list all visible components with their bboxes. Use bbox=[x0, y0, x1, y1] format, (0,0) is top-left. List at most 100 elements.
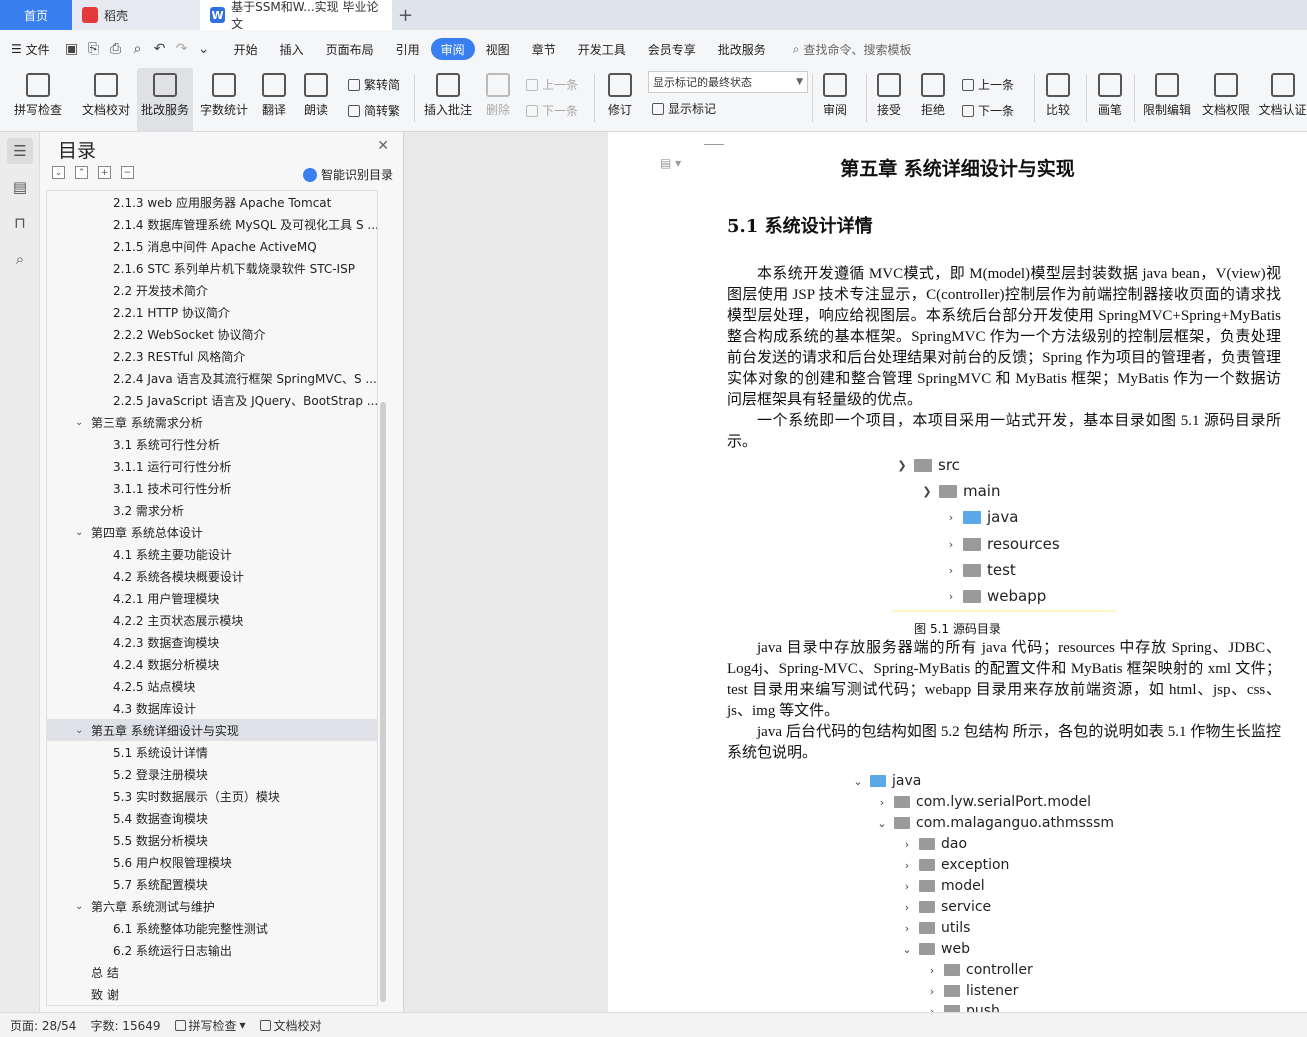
word-count[interactable]: 字数: 15649 bbox=[90, 1017, 160, 1034]
spell-check-button[interactable]: 拼写检查 bbox=[10, 68, 66, 132]
insert-comment-button[interactable]: 插入批注 bbox=[422, 68, 474, 132]
menu-chapter[interactable]: 章节 bbox=[521, 38, 567, 60]
menu-view[interactable]: 视图 bbox=[475, 38, 521, 60]
print-icon[interactable]: ⎙ bbox=[105, 38, 127, 60]
revise-button[interactable]: 修订 bbox=[600, 68, 640, 132]
toc-item[interactable]: ⌄ 第五章 系统详细设计与实现 bbox=[47, 719, 377, 741]
toc-item[interactable]: 总 结 bbox=[47, 961, 377, 983]
toc-item[interactable]: 2.2.4 Java 语言及其流行框架 SpringMVC、S ... bbox=[47, 367, 377, 389]
status-spell-check[interactable]: 拼写检查 ▾ bbox=[174, 1017, 246, 1034]
toc-item[interactable]: 5.2 登录注册模块 bbox=[47, 763, 377, 785]
compare-button[interactable]: 比较 bbox=[1038, 68, 1078, 132]
accept-button[interactable]: 接受 bbox=[870, 68, 908, 132]
menu-member[interactable]: 会员专享 bbox=[637, 38, 707, 60]
menu-reference[interactable]: 引用 bbox=[385, 38, 431, 60]
toc-item[interactable]: 4.2.5 站点模块 bbox=[47, 675, 377, 697]
review-pane-button[interactable]: 审阅 bbox=[816, 68, 854, 132]
doc-permission-button[interactable]: 文档权限 bbox=[1199, 68, 1253, 132]
toc-item[interactable]: 2.2 开发技术简介 bbox=[47, 279, 377, 301]
toc-item[interactable]: 5.5 数据分析模块 bbox=[47, 829, 377, 851]
collapse-all-icon[interactable]: ⌄ bbox=[52, 166, 65, 179]
chevron-down-icon[interactable]: ⌄ bbox=[75, 417, 91, 428]
search-icon[interactable]: ⌕ bbox=[7, 246, 33, 272]
next-comment-button[interactable]: 下一条 bbox=[526, 102, 578, 119]
close-icon[interactable]: ✕ bbox=[377, 138, 389, 154]
toc-item[interactable]: 致 谢 bbox=[47, 983, 377, 1005]
add-heading-icon[interactable]: + bbox=[98, 166, 111, 179]
export-icon[interactable]: ⎘ bbox=[83, 38, 105, 60]
chevron-down-icon[interactable]: ⌄ bbox=[75, 527, 91, 538]
markup-state-select[interactable]: 显示标记的最终状态 ▼ bbox=[648, 71, 808, 93]
toc-item[interactable]: ⌄ 第六章 系统测试与维护 bbox=[47, 895, 377, 917]
save-icon[interactable]: ▣ bbox=[61, 38, 83, 60]
read-aloud-button[interactable]: 朗读 bbox=[298, 68, 334, 132]
toc-item[interactable]: 4.2 系统各模块概要设计 bbox=[47, 565, 377, 587]
doc-proof-button[interactable]: 文档校对 bbox=[78, 68, 134, 132]
menu-review[interactable]: 审阅 bbox=[430, 38, 475, 60]
prev-comment-button[interactable]: 上一条 bbox=[526, 76, 578, 93]
simp-to-trad-button[interactable]: 简转繁 bbox=[348, 102, 400, 119]
toc-item[interactable]: 6.1 系统整体功能完整性测试 bbox=[47, 917, 377, 939]
next-revision-button[interactable]: 下一条 bbox=[962, 102, 1014, 119]
tab-document[interactable]: W 基于SSM和W...实现 毕业论文 bbox=[200, 0, 392, 31]
toc-item[interactable]: 3.1.1 技术可行性分析 bbox=[47, 477, 377, 499]
toc-item[interactable]: 2.1.6 STC 系列单片机下载烧录软件 STC-ISP bbox=[47, 257, 377, 279]
toc-item[interactable]: 3.1 系统可行性分析 bbox=[47, 433, 377, 455]
reject-button[interactable]: 拒绝 bbox=[914, 68, 952, 132]
toc-item[interactable]: 2.1.4 数据库管理系统 MySQL 及可视化工具 S ... bbox=[47, 213, 377, 235]
toc-item[interactable]: 2.2.1 HTTP 协议简介 bbox=[47, 301, 377, 323]
toc-item[interactable]: 4.1 系统主要功能设计 bbox=[47, 543, 377, 565]
toc-item[interactable]: 3.1.1 运行可行性分析 bbox=[47, 455, 377, 477]
toc-item[interactable]: 4.2.2 主页状态展示模块 bbox=[47, 609, 377, 631]
chevron-down-icon[interactable]: ⌄ bbox=[75, 901, 91, 912]
restrict-editing-button[interactable]: 限制编辑 bbox=[1140, 68, 1194, 132]
redo-icon[interactable]: ↷ bbox=[171, 38, 193, 60]
toc-item[interactable]: 5.3 实时数据展示（主页）模块 bbox=[47, 785, 377, 807]
prev-revision-button[interactable]: 上一条 bbox=[962, 76, 1014, 93]
toc-item[interactable]: 4.2.4 数据分析模块 bbox=[47, 653, 377, 675]
document-page[interactable]: ▤ ▾ 第五章 系统详细设计与实现 5.1 系统设计详情 本系统开发遵循 MVC… bbox=[608, 132, 1307, 1012]
menu-devtools[interactable]: 开发工具 bbox=[567, 38, 637, 60]
chevron-down-icon[interactable]: ⌄ bbox=[75, 725, 91, 736]
bookmark-icon[interactable]: ⊓ bbox=[7, 210, 33, 236]
tab-home[interactable]: 首页 bbox=[0, 0, 72, 30]
remove-heading-icon[interactable]: − bbox=[121, 166, 134, 179]
menu-insert[interactable]: 插入 bbox=[269, 38, 315, 60]
toc-item[interactable]: 2.2.5 JavaScript 语言及 JQuery、BootStrap ..… bbox=[47, 389, 377, 411]
expand-all-icon[interactable]: ⌃ bbox=[75, 166, 88, 179]
toc-item[interactable]: 5.4 数据查询模块 bbox=[47, 807, 377, 829]
smart-toc-button[interactable]: 智能识别目录 bbox=[302, 166, 393, 183]
toc-item[interactable]: ⌄ 第四章 系统总体设计 bbox=[47, 521, 377, 543]
word-count-button[interactable]: 字数统计 bbox=[197, 68, 251, 132]
preview-icon[interactable]: ⌕ bbox=[127, 38, 149, 60]
toc-item[interactable]: 5.1 系统设计详情 bbox=[47, 741, 377, 763]
toc-item[interactable]: 6.2 系统运行日志输出 bbox=[47, 939, 377, 961]
command-search[interactable]: ⌕ 查找命令、搜索模板 bbox=[793, 41, 912, 58]
toc-scrollbar[interactable] bbox=[380, 402, 386, 1002]
more-icon[interactable]: ⌄ bbox=[193, 38, 215, 60]
toc-item[interactable]: 2.2.2 WebSocket 协议简介 bbox=[47, 323, 377, 345]
toc-item[interactable]: 2.2.3 RESTful 风格简介 bbox=[47, 345, 377, 367]
file-menu[interactable]: ☰ 文件 bbox=[0, 38, 61, 60]
tab-daoke[interactable]: 稻壳 bbox=[72, 0, 200, 30]
correction-service-button[interactable]: 批改服务 bbox=[137, 68, 193, 132]
delete-comment-button[interactable]: 删除 bbox=[480, 68, 516, 132]
menu-layout[interactable]: 页面布局 bbox=[315, 38, 385, 60]
show-marks-button[interactable]: 显示标记 bbox=[652, 100, 716, 117]
menu-start[interactable]: 开始 bbox=[223, 38, 269, 60]
new-tab-icon[interactable]: + bbox=[398, 5, 413, 26]
toc-item[interactable]: 4.2.1 用户管理模块 bbox=[47, 587, 377, 609]
toc-item[interactable]: 4.3 数据库设计 bbox=[47, 697, 377, 719]
translate-button[interactable]: 翻译 bbox=[256, 68, 292, 132]
menu-correction[interactable]: 批改服务 bbox=[707, 38, 777, 60]
toc-item[interactable]: ⌄ 第三章 系统需求分析 bbox=[47, 411, 377, 433]
trad-to-simp-button[interactable]: 繁转简 bbox=[348, 76, 400, 93]
toc-panel-icon[interactable]: ☰ bbox=[7, 138, 33, 164]
page-indicator[interactable]: 页面: 28/54 bbox=[10, 1017, 76, 1034]
toc-item[interactable]: 5.6 用户权限管理模块 bbox=[47, 851, 377, 873]
toc-item[interactable]: 3.2 需求分析 bbox=[47, 499, 377, 521]
pen-button[interactable]: 画笔 bbox=[1092, 68, 1128, 132]
toc-item[interactable]: 2.1.3 web 应用服务器 Apache Tomcat bbox=[47, 191, 377, 213]
doc-cert-button[interactable]: 文档认证 bbox=[1258, 68, 1307, 132]
toc-item[interactable]: 4.2.3 数据查询模块 bbox=[47, 631, 377, 653]
